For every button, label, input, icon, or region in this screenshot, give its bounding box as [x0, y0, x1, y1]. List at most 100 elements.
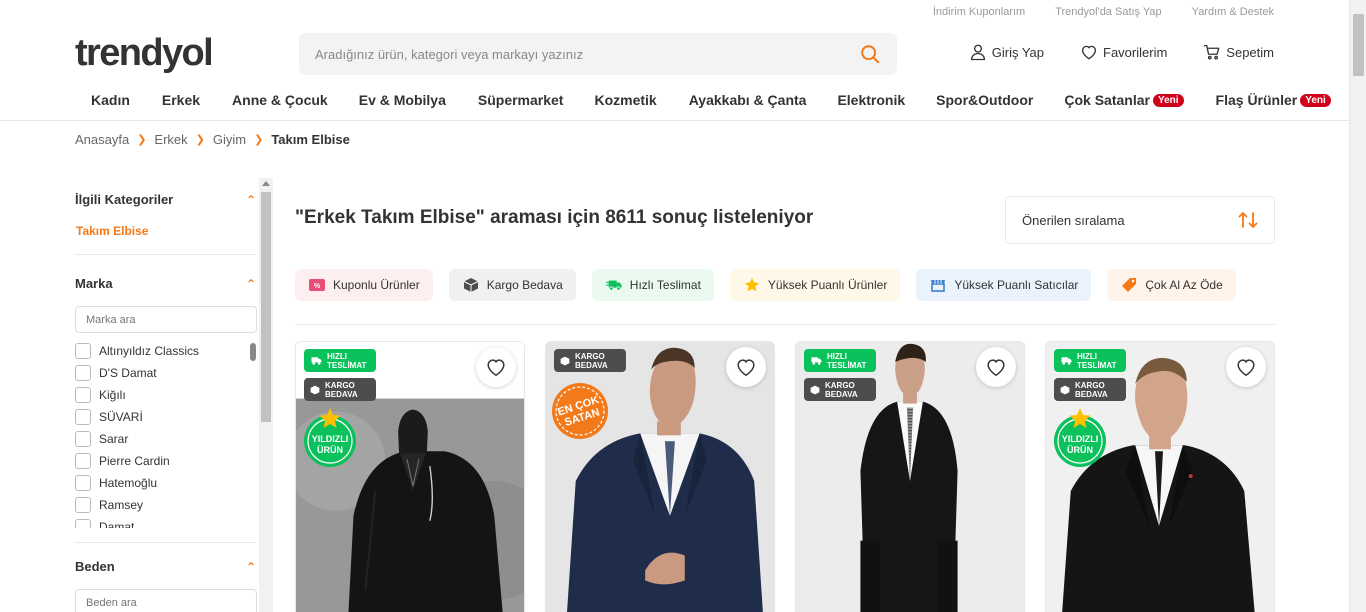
checkbox[interactable] — [75, 409, 91, 425]
user-icon — [970, 44, 985, 61]
sort-label: Önerilen sıralama — [1022, 212, 1125, 228]
favorites-label: Favorilerim — [1103, 44, 1168, 60]
page-scrollbar[interactable] — [1349, 0, 1366, 612]
nav-item-erkek[interactable]: Erkek — [162, 92, 200, 108]
brand-option[interactable]: Damat — [75, 516, 256, 528]
badge-line: YILDIZLI — [1062, 434, 1099, 444]
chip-label: Yüksek Puanlı Ürünler — [767, 278, 888, 292]
checkbox[interactable] — [75, 387, 91, 403]
nav-item-anne-cocuk[interactable]: Anne & Çocuk — [232, 92, 328, 108]
search-input[interactable] — [315, 46, 859, 62]
nav-item-ayakkabi-canta[interactable]: Ayakkabı & Çanta — [689, 92, 807, 108]
chip-cok-al-az-ode[interactable]: Çok Al Az Öde — [1107, 269, 1236, 301]
nav-item-flas-urunler[interactable]: Flaş Ürünler Yeni — [1216, 92, 1331, 108]
brand-filter-header[interactable]: Marka ⌃ — [75, 276, 256, 291]
breadcrumb-home[interactable]: Anasayfa — [75, 132, 129, 147]
checkbox[interactable] — [75, 519, 91, 528]
brand-option[interactable]: Sarar — [75, 428, 256, 450]
product-card[interactable]: HIZLI TESLİMAT KARGO BEDAVA YILDIZLI ÜRÜN — [295, 341, 525, 612]
brand-search-input[interactable] — [75, 306, 257, 333]
fast-delivery-badge: HIZLI TESLİMAT — [304, 349, 376, 372]
filter-sidebar: İlgili Kategoriler ⌃ Takım Elbise Marka … — [75, 178, 273, 612]
trendyol-logo[interactable]: trendyol — [75, 30, 214, 76]
heart-icon — [1081, 45, 1097, 60]
product-card[interactable]: KARGO BEDAVA EN ÇOK SATAN — [545, 341, 775, 612]
chip-yuksek-puanli-urunler[interactable]: Yüksek Puanlı Ürünler — [729, 269, 901, 301]
product-card[interactable]: HIZLI TESLİMAT KARGO BEDAVA YILDIZLI ÜRÜN — [1045, 341, 1275, 612]
login-button[interactable]: Giriş Yap — [969, 43, 1044, 61]
brand-label: Altınyıldız Classics — [99, 344, 200, 358]
brand-option[interactable]: Pierre Cardin — [75, 450, 256, 472]
size-search-input[interactable] — [75, 589, 257, 612]
checkbox[interactable] — [75, 497, 91, 513]
chip-kargo-bedava[interactable]: Kargo Bedava — [448, 269, 576, 301]
coupon-icon: % — [309, 277, 325, 293]
related-category-link[interactable]: Takım Elbise — [76, 224, 256, 238]
checkbox[interactable] — [75, 365, 91, 381]
badge-text: KARGO BEDAVA — [325, 381, 358, 399]
brand-label: Sarar — [99, 432, 129, 446]
chip-yuksek-puanli-saticilar[interactable]: Yüksek Puanlı Satıcılar — [916, 269, 1092, 301]
product-card[interactable]: HIZLI TESLİMAT KARGO BEDAVA — [795, 341, 1025, 612]
top-link-coupons[interactable]: İndirim Kuponlarım — [933, 6, 1025, 18]
svg-text:%: % — [314, 283, 321, 290]
box-icon — [310, 385, 320, 394]
brand-option[interactable]: Hatemoğlu — [75, 472, 256, 494]
badge-line: YILDIZLI — [312, 434, 349, 444]
checkbox[interactable] — [75, 475, 91, 491]
truck-icon — [811, 357, 822, 365]
free-shipping-badge: KARGO BEDAVA — [804, 378, 876, 401]
sort-dropdown[interactable]: Önerilen sıralama — [1005, 196, 1275, 244]
chip-kuponlu-urunler[interactable]: % Kuponlu Ürünler — [295, 269, 433, 301]
badge-line: KARGO — [325, 380, 355, 390]
checkbox[interactable] — [75, 453, 91, 469]
breadcrumb-erkek[interactable]: Erkek — [154, 132, 187, 147]
brand-option[interactable]: D'S Damat — [75, 362, 256, 384]
checkbox[interactable] — [75, 343, 91, 359]
product-grid: HIZLI TESLİMAT KARGO BEDAVA YILDIZLI ÜRÜN — [295, 341, 1275, 612]
brand-list-scrollbar[interactable] — [250, 343, 256, 361]
free-shipping-badge: KARGO BEDAVA — [1054, 378, 1126, 401]
chip-hizli-teslimat[interactable]: Hızlı Teslimat — [591, 269, 714, 301]
chevron-up-icon: ⌃ — [245, 276, 256, 291]
sidebar-scrollbar[interactable] — [259, 178, 273, 612]
truck-icon — [605, 277, 622, 293]
search-icon[interactable] — [859, 43, 881, 65]
top-link-sell[interactable]: Trendyol'da Satış Yap — [1055, 6, 1161, 18]
nav-item-kadin[interactable]: Kadın — [91, 92, 130, 108]
size-filter-header[interactable]: Beden ⌃ — [75, 559, 256, 574]
related-categories-title: İlgili Kategoriler — [75, 192, 174, 207]
tag-icon — [1121, 277, 1137, 293]
checkbox[interactable] — [75, 431, 91, 447]
brand-option[interactable]: Kiğılı — [75, 384, 256, 406]
favorite-button[interactable] — [1226, 347, 1266, 387]
breadcrumb-current: Takım Elbise — [271, 132, 350, 147]
nav-item-elektronik[interactable]: Elektronik — [837, 92, 905, 108]
page-scrollbar-thumb[interactable] — [1353, 14, 1364, 76]
badge-line: TESLİMAT — [1077, 360, 1117, 370]
heart-icon — [987, 359, 1005, 377]
free-shipping-badge: KARGO BEDAVA — [304, 378, 376, 401]
favorite-button[interactable] — [476, 347, 516, 387]
heart-icon — [737, 359, 755, 377]
breadcrumb-giyim[interactable]: Giyim — [213, 132, 246, 147]
favorite-button[interactable] — [726, 347, 766, 387]
cart-button[interactable]: Sepetim — [1203, 43, 1274, 61]
favorites-button[interactable]: Favorilerim — [1080, 43, 1167, 61]
nav-item-supermarket[interactable]: Süpermarket — [478, 92, 564, 108]
nav-divider — [0, 120, 1349, 121]
quick-filter-chips: % Kuponlu Ürünler Kargo Bedava Hızlı Tes… — [295, 269, 1236, 301]
nav-item-spor-outdoor[interactable]: Spor&Outdoor — [936, 92, 1033, 108]
related-categories-header[interactable]: İlgili Kategoriler ⌃ — [75, 192, 256, 207]
scroll-up-arrow-icon[interactable] — [262, 181, 270, 186]
top-link-help[interactable]: Yardım & Destek — [1192, 6, 1274, 18]
nav-item-ev-mobilya[interactable]: Ev & Mobilya — [359, 92, 446, 108]
favorite-button[interactable] — [976, 347, 1016, 387]
sidebar-scrollbar-thumb[interactable] — [261, 192, 271, 422]
brand-label: Pierre Cardin — [99, 454, 170, 468]
brand-option[interactable]: Ramsey — [75, 494, 256, 516]
brand-option[interactable]: SÜVARİ — [75, 406, 256, 428]
nav-item-kozmetik[interactable]: Kozmetik — [594, 92, 656, 108]
brand-option[interactable]: Altınyıldız Classics — [75, 340, 256, 362]
nav-item-cok-satanlar[interactable]: Çok Satanlar Yeni — [1064, 92, 1184, 108]
